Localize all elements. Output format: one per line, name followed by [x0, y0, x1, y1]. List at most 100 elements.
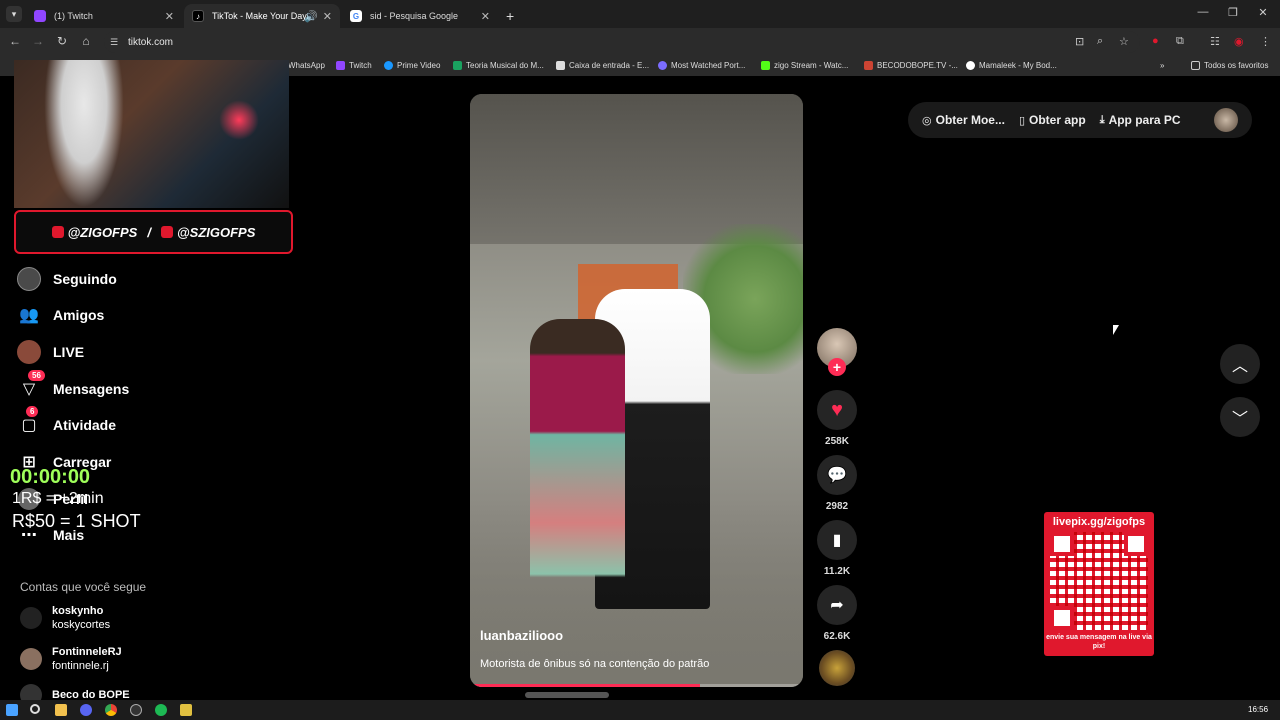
pc-app-button[interactable]: ⤓ App para PC — [1100, 113, 1181, 127]
bookmark-whatsapp[interactable]: WhatsApp — [288, 61, 325, 70]
music-disc-icon[interactable] — [819, 650, 855, 686]
close-icon[interactable]: ✕ — [481, 10, 490, 23]
share-arrow-icon: ➦ — [830, 597, 844, 614]
save-button[interactable]: ▮ — [817, 520, 857, 560]
streamer-figure — [44, 60, 124, 208]
comment-button[interactable]: 💬 — [817, 455, 857, 495]
browser-tab-strip: ▾ (1) Twitch ✕ ♪ TikTok - Make Your Day … — [0, 0, 1280, 28]
close-icon[interactable]: ✕ — [323, 10, 332, 23]
zoom-icon[interactable]: ⌕ — [1097, 35, 1103, 48]
home-icon[interactable]: ⌂ — [78, 34, 94, 48]
sidebar-item-atividade[interactable]: ▢ 6 Atividade — [16, 406, 116, 438]
live-icon — [16, 339, 42, 365]
app-icon[interactable] — [180, 704, 192, 716]
bookmark-prime-video[interactable]: Prime Video — [384, 61, 440, 70]
new-tab-button[interactable]: + — [502, 4, 522, 28]
share-button[interactable]: ➦ — [817, 585, 857, 625]
extensions-icon[interactable]: ⧉ — [1176, 35, 1184, 48]
tab-google[interactable]: G sid - Pesquisa Google ✕ — [342, 4, 498, 28]
more-bookmarks-icon[interactable]: » — [1160, 61, 1164, 70]
following-icon — [16, 266, 42, 292]
close-icon[interactable]: ✕ — [165, 10, 174, 23]
previous-video-button[interactable]: ︿ — [1220, 344, 1260, 384]
phone-icon: ▯ — [1018, 114, 1026, 127]
get-coins-button[interactable]: ◎ Obter Moe... — [922, 113, 1005, 127]
address-bar[interactable]: ☰ tiktok.com — [104, 31, 1140, 53]
price-line-1: 1R$ = +2min — [12, 490, 104, 507]
account-fontinnele[interactable]: FontinneleRJ fontinnele.rj — [20, 645, 122, 673]
twitch-icon — [34, 10, 46, 22]
becodobope-icon — [864, 61, 873, 70]
livepix-message: envie sua mensagem na live via pix! — [1046, 634, 1152, 650]
chevron-up-icon: ︿ — [1231, 358, 1248, 375]
bookmark-zigo-stream[interactable]: zigo Stream - Watc... — [761, 61, 848, 70]
avatar — [20, 648, 42, 670]
obs-icon[interactable] — [130, 704, 142, 716]
bookmark-email[interactable]: Caixa de entrada - E... — [556, 61, 649, 70]
like-button[interactable]: ♥ — [817, 390, 857, 430]
sidebar-item-seguindo[interactable]: Seguindo — [16, 266, 117, 292]
profile-icon[interactable]: ◉ — [1234, 35, 1244, 48]
mail-icon — [556, 61, 565, 70]
bookmark-icon: ▮ — [832, 532, 842, 549]
minimize-icon[interactable]: — — [1188, 6, 1218, 18]
discord-icon[interactable] — [80, 704, 92, 716]
tab-label: (1) Twitch — [54, 11, 93, 21]
video-progress-bar[interactable] — [470, 684, 803, 687]
drag-handle[interactable] — [525, 692, 609, 698]
windows-start-icon[interactable] — [6, 704, 18, 716]
media-icon[interactable]: ☷ — [1210, 35, 1220, 48]
file-explorer-icon[interactable] — [55, 704, 67, 716]
window-close-icon[interactable]: ✕ — [1248, 6, 1278, 19]
restore-icon[interactable]: ❐ — [1218, 6, 1248, 19]
comment-icon: 💬 — [827, 467, 847, 484]
reload-icon[interactable]: ↻ — [54, 34, 70, 48]
clock: 16:56 — [1248, 705, 1269, 714]
bookmark-star-icon[interactable]: ☆ — [1119, 35, 1129, 48]
browser-toolbar: ← → ↻ ⌂ ☰ tiktok.com ⊡ ⌕ ☆ ● ⧉ ☷ ◉ ⋮ — [0, 28, 1280, 56]
bookmark-becodobope[interactable]: BECODOBOPE.TV -... — [864, 61, 958, 70]
back-icon[interactable]: ← — [7, 34, 23, 48]
mouse-cursor — [1113, 325, 1119, 335]
follow-plus-icon[interactable]: + — [828, 358, 846, 376]
handle-left: @ZIGOFPS — [67, 224, 138, 240]
chrome-icon[interactable] — [105, 704, 117, 716]
user-avatar[interactable] — [1214, 108, 1238, 132]
sidebar-item-mensagens[interactable]: ▽ 56 Mensagens — [16, 370, 129, 402]
tab-search-menu[interactable]: ▾ — [6, 6, 22, 22]
stream-timer: 00:00:00 — [10, 466, 91, 488]
share-count: 62.6K — [823, 631, 851, 642]
friends-icon: 👥 — [19, 307, 39, 324]
extension-red-icon[interactable]: ● — [1152, 35, 1159, 47]
sidebar-item-amigos[interactable]: 👥 Amigos — [16, 302, 104, 328]
kick-icon — [761, 61, 770, 70]
webcam-overlay — [14, 60, 289, 208]
globe-icon — [658, 61, 667, 70]
bookmark-mamaleek[interactable]: Mamaleek - My Bod... — [966, 61, 1057, 70]
activity-icon: ▢ 6 — [21, 406, 39, 434]
instagram-icon — [51, 225, 64, 238]
forward-icon[interactable]: → — [30, 34, 46, 48]
bookmark-twitch[interactable]: Twitch — [336, 61, 372, 70]
menu-icon[interactable]: ⋮ — [1260, 35, 1271, 48]
sidebar-item-live[interactable]: LIVE — [16, 339, 84, 365]
tab-twitch[interactable]: (1) Twitch ✕ — [26, 4, 182, 28]
bookmark-most-watched[interactable]: Most Watched Port... — [658, 61, 745, 70]
install-icon[interactable]: ⊡ — [1075, 35, 1084, 48]
tab-label: TikTok - Make Your Day — [212, 11, 307, 21]
spotify-icon[interactable] — [155, 704, 167, 716]
tab-tiktok[interactable]: ♪ TikTok - Make Your Day 🔊 ✕ — [184, 4, 340, 28]
following-accounts-title: Contas que você segue — [20, 580, 147, 594]
get-app-button[interactable]: ▯ Obter app — [1019, 113, 1086, 127]
google-icon: G — [350, 10, 362, 22]
speaker-icon[interactable]: 🔊 — [304, 10, 318, 23]
video-player[interactable] — [470, 94, 803, 687]
video-author[interactable]: luanbaziliooo — [480, 628, 563, 643]
bookmark-teoria-musical[interactable]: Teoria Musical do M... — [453, 61, 544, 70]
next-video-button[interactable]: ﹀ — [1220, 397, 1260, 437]
site-info-icon[interactable]: ☰ — [110, 37, 118, 48]
account-koskynho[interactable]: koskynho koskycortes — [20, 604, 110, 632]
prime-video-icon — [384, 61, 393, 70]
all-bookmarks[interactable]: Todos os favoritos — [1191, 61, 1268, 70]
search-icon[interactable] — [30, 704, 40, 714]
